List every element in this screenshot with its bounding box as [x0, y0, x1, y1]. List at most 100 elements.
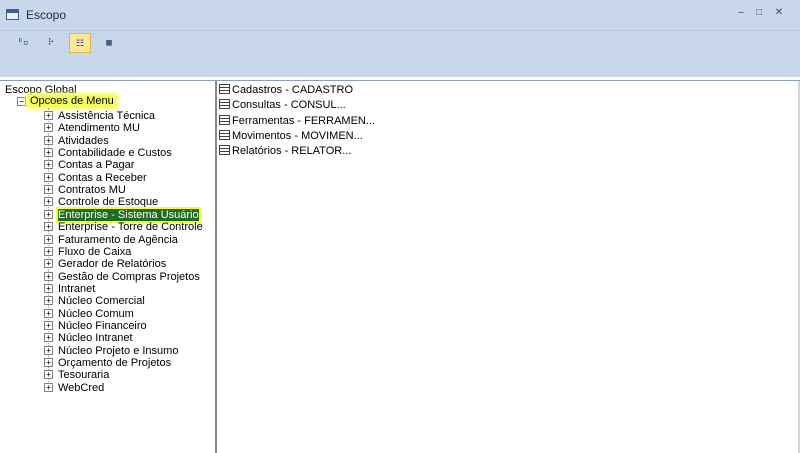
table-icon — [219, 129, 230, 140]
table-icon — [219, 84, 230, 95]
close-button[interactable]: ✕ — [772, 7, 786, 19]
tree-item-expander[interactable]: + — [44, 308, 53, 318]
tree-item[interactable]: Atendimento MU — [58, 122, 140, 134]
list-item-label: Relatórios - RELATOR... — [232, 145, 352, 158]
list-item[interactable]: Consultas - CONSUL... — [219, 98, 346, 112]
window-app-icon — [6, 9, 19, 20]
tree-item-expander[interactable]: + — [44, 209, 53, 219]
large-icons-icon: ᴰ▫ — [17, 38, 29, 48]
tree-item[interactable]: Tesouraria — [58, 369, 109, 381]
tree-item[interactable]: Contabilidade e Custos — [58, 147, 172, 159]
window-title: Escopo — [26, 8, 67, 22]
tree-item[interactable]: WebCred — [58, 382, 104, 394]
tree-item-expander[interactable]: + — [44, 382, 53, 392]
tree-item-label: Controle de Estoque — [58, 196, 159, 209]
tree-item-expander[interactable]: + — [44, 123, 53, 133]
tree-group-opcoes-de-menu[interactable]: Opcoes de Menu — [28, 95, 116, 107]
tree-item-expander[interactable]: + — [44, 333, 53, 343]
tree-item-label: Contas a Pagar — [58, 159, 135, 172]
title-bar: Escopo – □ ✕ — [0, 0, 800, 31]
tree-item-label: Gestão de Compras Projetos — [58, 270, 200, 283]
tree-item[interactable]: Núcleo Intranet — [58, 332, 133, 344]
tree-item[interactable]: Gestão de Compras Projetos — [58, 271, 200, 283]
tree-item[interactable]: Faturamento de Agência — [58, 234, 178, 246]
tree-item-label: Faturamento de Agência — [58, 233, 178, 246]
tree-item-expander[interactable]: + — [44, 296, 53, 306]
list-item[interactable]: Relatórios - RELATOR... — [219, 144, 351, 158]
tree-item-label: Contas a Receber — [58, 171, 147, 184]
tree-item-label: Núcleo Financeiro — [58, 319, 147, 332]
tree-item-expander[interactable]: + — [44, 172, 53, 182]
details-view-icon: ▦ — [106, 38, 112, 48]
tree-item-expander[interactable]: + — [44, 246, 53, 256]
list-item-label: Cadastros - CADASTRO — [232, 84, 354, 96]
tree-item-expander[interactable]: + — [44, 234, 53, 244]
tree-item-expander[interactable]: + — [44, 271, 53, 281]
list-item-label: Movimentos - MOVIMEN... — [232, 129, 363, 142]
list-view-icon: ☷ — [75, 39, 85, 49]
tree-item-label: Enterprise - Torre de Controle — [58, 221, 203, 234]
tree-item[interactable]: Controle de Estoque — [58, 196, 158, 208]
tree-item[interactable]: Orçamento de Projetos — [58, 357, 171, 369]
list-item[interactable]: Ferramentas - FERRAMEN... — [219, 114, 375, 128]
tree-item-label: Tesouraria — [58, 369, 110, 382]
tree-item[interactable]: Contas a Receber — [58, 172, 147, 184]
tree-item-expander[interactable]: + — [44, 370, 53, 380]
tree-item-selected[interactable]: Enterprise - Sistema Usuário — [56, 206, 201, 223]
list-item[interactable]: Movimentos - MOVIMEN... — [219, 129, 363, 143]
tree-item-label: Contabilidade e Custos — [58, 147, 172, 160]
small-icons-view-button[interactable]: ⠗ — [40, 33, 62, 53]
tree-item[interactable]: Núcleo Comercial — [58, 295, 145, 307]
tree-item-expander[interactable]: + — [44, 358, 53, 367]
tree-item-expander[interactable]: + — [44, 222, 53, 232]
large-icons-view-button[interactable]: ᴰ▫ — [12, 33, 34, 53]
tree-item-label: Contratos MU — [58, 184, 126, 197]
tree-item-expander[interactable]: + — [44, 135, 53, 145]
list-view-button[interactable]: ☷ — [69, 33, 91, 53]
tree-item-label: Núcleo Intranet — [58, 332, 133, 345]
tree-item-label: Assistência Técnica — [58, 110, 156, 122]
tree-item[interactable]: Atividades — [58, 135, 109, 147]
tree-item-expander[interactable]: + — [44, 160, 53, 170]
tree-item-label: Intranet — [58, 282, 96, 295]
tree-item-label: Núcleo Comum — [58, 307, 134, 320]
tree-item-expander[interactable]: + — [44, 197, 53, 207]
tree-item-label: Orçamento de Projetos — [58, 357, 172, 369]
toolbar — [0, 31, 800, 77]
table-icon — [219, 99, 230, 110]
small-icons-icon: ⠗ — [47, 38, 55, 48]
tree-item[interactable]: Contratos MU — [58, 184, 126, 196]
list-item-label: Consultas - CONSUL... — [232, 99, 346, 112]
tree-item[interactable]: Núcleo Projeto e Insumo — [58, 345, 178, 357]
tree-item-expander[interactable]: + — [44, 283, 53, 293]
tree-group-expander[interactable]: − — [17, 97, 26, 106]
tree-item[interactable]: Contas a Pagar — [58, 159, 134, 171]
table-icon — [219, 114, 230, 125]
tree-item-label: Atividades — [58, 134, 109, 147]
tree-group-label: Opcoes de Menu — [30, 95, 114, 107]
table-icon — [219, 145, 230, 156]
minimize-button[interactable]: – — [734, 7, 748, 19]
tree-item[interactable]: Núcleo Financeiro — [58, 320, 147, 332]
tree-item[interactable]: Intranet — [58, 283, 95, 295]
tree-item[interactable]: Fluxo de Caixa — [58, 246, 131, 258]
tree-item-label: Atendimento MU — [58, 122, 140, 135]
tree-item-expander[interactable]: + — [44, 320, 53, 330]
list-item[interactable]: Cadastros - CADASTRO — [219, 83, 353, 97]
tree-item[interactable]: Gerador de Relatórios — [58, 258, 166, 270]
tree-item-label: Gerador de Relatórios — [58, 258, 167, 271]
tree-item-label: Fluxo de Caixa — [58, 245, 132, 258]
tree-item[interactable]: Enterprise - Torre de Controle — [58, 221, 203, 233]
tree-item-expander[interactable]: + — [44, 111, 53, 120]
maximize-button[interactable]: □ — [752, 7, 766, 19]
list-item-label: Ferramentas - FERRAMEN... — [232, 114, 376, 127]
tree-item-expander[interactable]: + — [44, 148, 53, 158]
tree-item[interactable]: Assistência Técnica — [58, 110, 155, 122]
tree-item-label: Núcleo Comercial — [58, 295, 145, 308]
tree-item-label: Núcleo Projeto e Insumo — [58, 344, 179, 357]
tree-item-expander[interactable]: + — [44, 185, 53, 195]
tree-item-expander[interactable]: + — [44, 345, 53, 355]
tree-item-expander[interactable]: + — [44, 259, 53, 269]
tree-item[interactable]: Núcleo Comum — [58, 308, 134, 320]
details-view-button[interactable]: ▦ — [98, 33, 120, 53]
